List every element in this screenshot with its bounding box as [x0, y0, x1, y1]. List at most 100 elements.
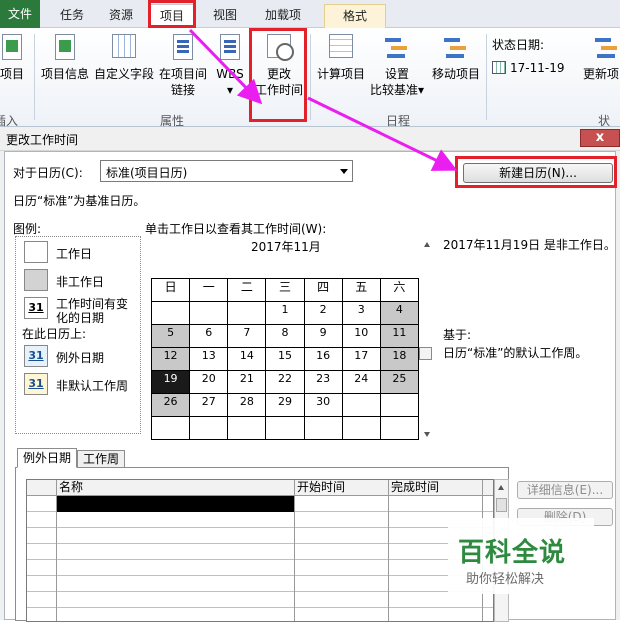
update-project-icon — [593, 32, 620, 62]
set-baseline-button[interactable]: 设置 比较基准▾ — [366, 32, 428, 98]
calendar-day[interactable]: 19 — [150, 370, 191, 394]
dialog-title: 更改工作时间 — [6, 133, 79, 147]
table-cell[interactable] — [295, 592, 389, 608]
calendar-day[interactable]: 25 — [379, 370, 420, 394]
calendar-day[interactable]: 8 — [265, 324, 305, 348]
calendar-day[interactable]: 22 — [265, 370, 305, 394]
table-cell[interactable] — [27, 576, 57, 592]
tab-work-weeks[interactable]: 工作周 — [77, 450, 125, 468]
table-row[interactable] — [27, 560, 493, 576]
calculate-project-button[interactable]: 计算项目 — [314, 32, 368, 82]
calendar-day[interactable]: 6 — [189, 324, 229, 348]
grid-header-name[interactable]: 名称 — [57, 480, 295, 496]
calendar-empty-cell — [341, 416, 381, 440]
calendar-day[interactable]: 4 — [379, 301, 420, 325]
calendar-day[interactable]: 5 — [150, 324, 191, 348]
tab-addins[interactable]: 加载项 — [258, 4, 308, 28]
table-cell[interactable] — [57, 592, 295, 608]
table-cell[interactable] — [27, 512, 57, 528]
table-cell[interactable] — [389, 592, 483, 608]
project-button-label: 项目 — [0, 67, 24, 81]
calendar-select[interactable]: 标准(项目日历) — [100, 160, 353, 182]
table-cell[interactable] — [57, 528, 295, 544]
table-cell[interactable] — [57, 576, 295, 592]
tab-resource[interactable]: 资源 — [102, 4, 140, 28]
calendar-day[interactable]: 16 — [303, 347, 343, 371]
calendar-day[interactable]: 10 — [341, 324, 381, 348]
calendar-day[interactable]: 29 — [265, 393, 305, 417]
close-button[interactable]: x — [580, 129, 620, 147]
wbs-button[interactable]: WBS ▾ — [212, 32, 248, 98]
update-project-button[interactable]: 更新项目 — [578, 32, 620, 82]
move-project-button[interactable]: 移动项目 — [428, 32, 484, 82]
links-between-projects-button[interactable]: 在项目间 链接 — [156, 32, 210, 98]
table-row[interactable] — [27, 512, 493, 528]
table-cell[interactable] — [295, 528, 389, 544]
scroll-thumb[interactable] — [496, 498, 507, 512]
table-cell[interactable] — [27, 560, 57, 576]
tab-view[interactable]: 视图 — [206, 4, 244, 28]
table-row[interactable] — [27, 576, 493, 592]
based-on-text: 日历“标准”的默认工作周。 — [443, 346, 588, 360]
legend-nondefault-line1: 工作时间有变 — [56, 297, 129, 311]
calendar-icon — [492, 61, 506, 74]
wbs-dropdown-icon: ▾ — [226, 83, 234, 97]
calendar-day[interactable]: 26 — [150, 393, 191, 417]
table-row[interactable] — [27, 496, 493, 512]
links-icon — [169, 32, 197, 62]
calendar-day[interactable]: 18 — [379, 347, 420, 371]
calendar-day[interactable]: 13 — [189, 347, 229, 371]
table-cell[interactable] — [295, 512, 389, 528]
ribbon: 文件 任务 资源 项目 视图 加载项 格式 项目 项目信息 自定义字段 在项目间… — [0, 0, 620, 145]
table-cell[interactable] — [27, 544, 57, 560]
table-row[interactable] — [27, 592, 493, 608]
table-cell[interactable] — [57, 496, 295, 512]
table-cell[interactable] — [295, 544, 389, 560]
tab-file[interactable]: 文件 — [0, 0, 40, 28]
scroll-up-icon[interactable] — [424, 242, 430, 247]
table-row[interactable] — [27, 544, 493, 560]
scroll-down-icon[interactable] — [424, 432, 430, 437]
table-cell[interactable] — [57, 544, 295, 560]
calendar-day[interactable]: 17 — [341, 347, 381, 371]
table-cell[interactable] — [27, 496, 57, 512]
details-button[interactable]: 详细信息(E)... — [517, 481, 613, 499]
calendar-day[interactable]: 27 — [189, 393, 229, 417]
table-cell[interactable] — [389, 496, 483, 512]
table-cell[interactable] — [27, 592, 57, 608]
calendar-day[interactable]: 20 — [189, 370, 229, 394]
calendar-day[interactable]: 23 — [303, 370, 343, 394]
grid-header-finish[interactable]: 完成时间 — [389, 480, 483, 496]
project-button[interactable]: 项目 — [0, 32, 28, 82]
calendar-day[interactable]: 3 — [341, 301, 381, 325]
table-cell[interactable] — [295, 560, 389, 576]
calendar-day[interactable]: 15 — [265, 347, 305, 371]
custom-fields-button[interactable]: 自定义字段 — [92, 32, 156, 82]
tab-task[interactable]: 任务 — [54, 4, 90, 28]
project-info-button[interactable]: 项目信息 — [38, 32, 92, 82]
calendar-day[interactable]: 12 — [150, 347, 191, 371]
calendar-day[interactable]: 2 — [303, 301, 343, 325]
exceptions-grid[interactable]: 名称 开始时间 完成时间 — [26, 479, 494, 622]
calendar-day[interactable]: 9 — [303, 324, 343, 348]
calendar-day[interactable]: 28 — [227, 393, 267, 417]
table-cell[interactable] — [57, 512, 295, 528]
tab-exceptions[interactable]: 例外日期 — [17, 448, 77, 468]
scroll-up-icon[interactable] — [498, 485, 504, 490]
calendar-day[interactable]: 11 — [379, 324, 420, 348]
grid-header-start[interactable]: 开始时间 — [295, 480, 389, 496]
calendar-day[interactable]: 30 — [303, 393, 343, 417]
table-cell[interactable] — [295, 496, 389, 512]
calendar-day[interactable]: 1 — [265, 301, 305, 325]
table-cell[interactable] — [295, 576, 389, 592]
status-date[interactable]: 状态日期: 17-11-19 — [492, 36, 584, 82]
table-cell[interactable] — [57, 560, 295, 576]
group-separator — [486, 34, 487, 120]
calendar-day[interactable]: 24 — [341, 370, 381, 394]
calendar-day[interactable]: 14 — [227, 347, 267, 371]
calendar-day[interactable]: 21 — [227, 370, 267, 394]
table-cell[interactable] — [27, 528, 57, 544]
tab-format[interactable]: 格式 — [324, 4, 386, 28]
calendar-day[interactable]: 7 — [227, 324, 267, 348]
table-row[interactable] — [27, 528, 493, 544]
